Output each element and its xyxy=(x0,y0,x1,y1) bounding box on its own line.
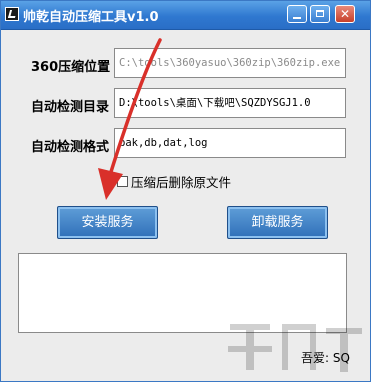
delete-checkbox[interactable] xyxy=(117,176,128,187)
app-icon xyxy=(5,7,19,21)
close-button[interactable]: ✕ xyxy=(335,5,355,23)
uninstall-service-button[interactable]: 卸载服务 xyxy=(227,206,328,239)
delete-checkbox-label: 压缩后删除原文件 xyxy=(131,175,232,190)
log-output-area[interactable] xyxy=(18,253,347,333)
minimize-icon xyxy=(293,17,301,19)
app-window: 帅乾自动压缩工具v1.0 ✕ 360压缩位置 C:\tools\360yasuo… xyxy=(0,0,371,382)
close-icon: ✕ xyxy=(339,7,351,21)
watch-format-field[interactable]: bak,db,dat,log xyxy=(114,128,346,158)
path-label: 360压缩位置 xyxy=(31,60,111,75)
zip-path-field[interactable]: C:\tools\360yasuo\360zip\360zip.exe xyxy=(114,48,346,78)
minimize-button[interactable] xyxy=(287,5,307,23)
author-credit: 吾爱: SQ xyxy=(301,351,350,365)
title-bar[interactable]: 帅乾自动压缩工具v1.0 ✕ xyxy=(1,1,370,30)
maximize-icon xyxy=(316,10,324,17)
delete-after-compress-option[interactable]: 压缩后删除原文件 xyxy=(117,172,231,191)
dir-label: 自动检测目录 xyxy=(31,100,110,115)
install-service-button[interactable]: 安装服务 xyxy=(57,206,158,239)
watch-dir-field[interactable]: D:\tools\桌面\下载吧\SQZDYSGJ1.0 xyxy=(114,88,346,118)
maximize-button[interactable] xyxy=(310,5,330,23)
window-title: 帅乾自动压缩工具v1.0 xyxy=(23,10,159,25)
format-label: 自动检测格式 xyxy=(31,140,110,155)
